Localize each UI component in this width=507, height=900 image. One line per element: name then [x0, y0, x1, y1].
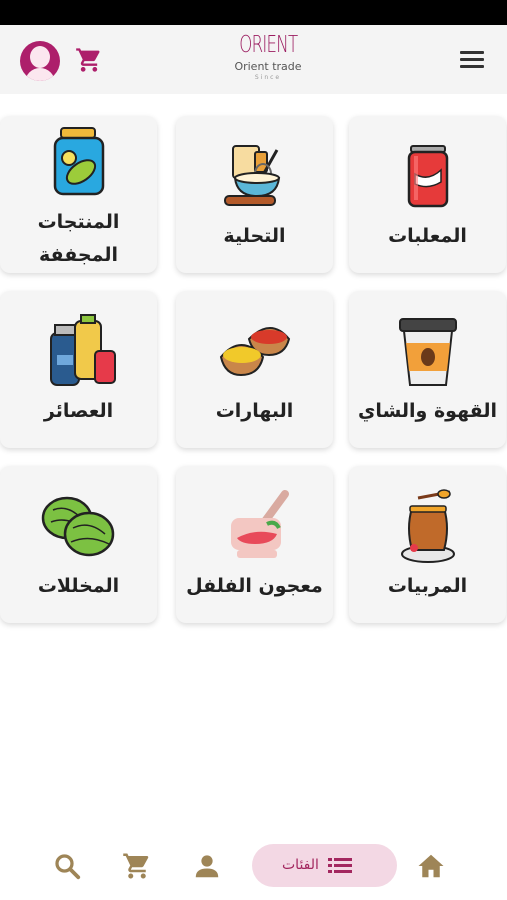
category-card-spices[interactable]: البهارات — [176, 291, 333, 448]
mortar-pepper-icon — [230, 490, 289, 558]
category-label: المنتجات المجففة — [37, 211, 120, 266]
category-label: التحلية — [223, 225, 286, 247]
category-card-pickles[interactable]: المخللات — [0, 466, 157, 623]
category-label: البهارات — [215, 400, 294, 422]
baking-whisk-icon — [223, 145, 280, 206]
category-card-jams[interactable]: المربيات — [349, 466, 506, 623]
cabbage-icon — [41, 496, 114, 557]
spice-bowls-icon — [219, 327, 290, 377]
category-card-dried[interactable]: المنتجات المجففة — [0, 116, 157, 273]
category-card-pepper-paste[interactable]: معجون الفلفل — [176, 466, 333, 623]
coffee-cup-icon — [398, 318, 457, 386]
category-label: معجون الفلفل — [186, 575, 323, 597]
category-card-juices[interactable]: العصائر — [0, 291, 157, 448]
canned-drink-icon — [407, 145, 448, 208]
category-label: العصائر — [43, 400, 114, 422]
category-label: المعلبات — [388, 225, 467, 247]
brand-logo[interactable]: ORIENT Orient trade Since — [228, 30, 308, 92]
cart-icon[interactable] — [75, 46, 103, 74]
category-label: المخللات — [37, 575, 120, 597]
app-header: ORIENT Orient trade Since — [0, 25, 507, 94]
juice-bottles-icon — [49, 314, 116, 386]
person-icon[interactable] — [192, 851, 222, 881]
categories-button[interactable]: الفئات — [252, 844, 397, 887]
status-bar — [0, 0, 507, 25]
category-label: المربيات — [387, 575, 468, 597]
logo-mark: ORIENT — [239, 32, 298, 58]
categories-label: الفئات — [282, 857, 319, 873]
category-card-desserts[interactable]: التحلية — [176, 116, 333, 273]
category-card-canned[interactable]: المعلبات — [349, 116, 506, 273]
profile-avatar[interactable] — [20, 41, 60, 81]
search-icon[interactable] — [52, 851, 82, 881]
category-card-coffee-tea[interactable]: القهوة والشاي — [349, 291, 506, 448]
list-icon — [328, 858, 352, 873]
home-icon[interactable] — [416, 851, 446, 881]
logo-name: Orient trade — [234, 60, 302, 73]
hamburger-menu-icon[interactable] — [460, 51, 486, 71]
cart-icon[interactable] — [122, 851, 152, 881]
honey-jar-icon — [400, 489, 455, 563]
category-label: القهوة والشاي — [358, 400, 497, 422]
logo-subtitle: Since — [254, 74, 282, 81]
pickle-jar-icon — [53, 127, 104, 196]
bottom-navigation: الفئات — [0, 832, 507, 900]
